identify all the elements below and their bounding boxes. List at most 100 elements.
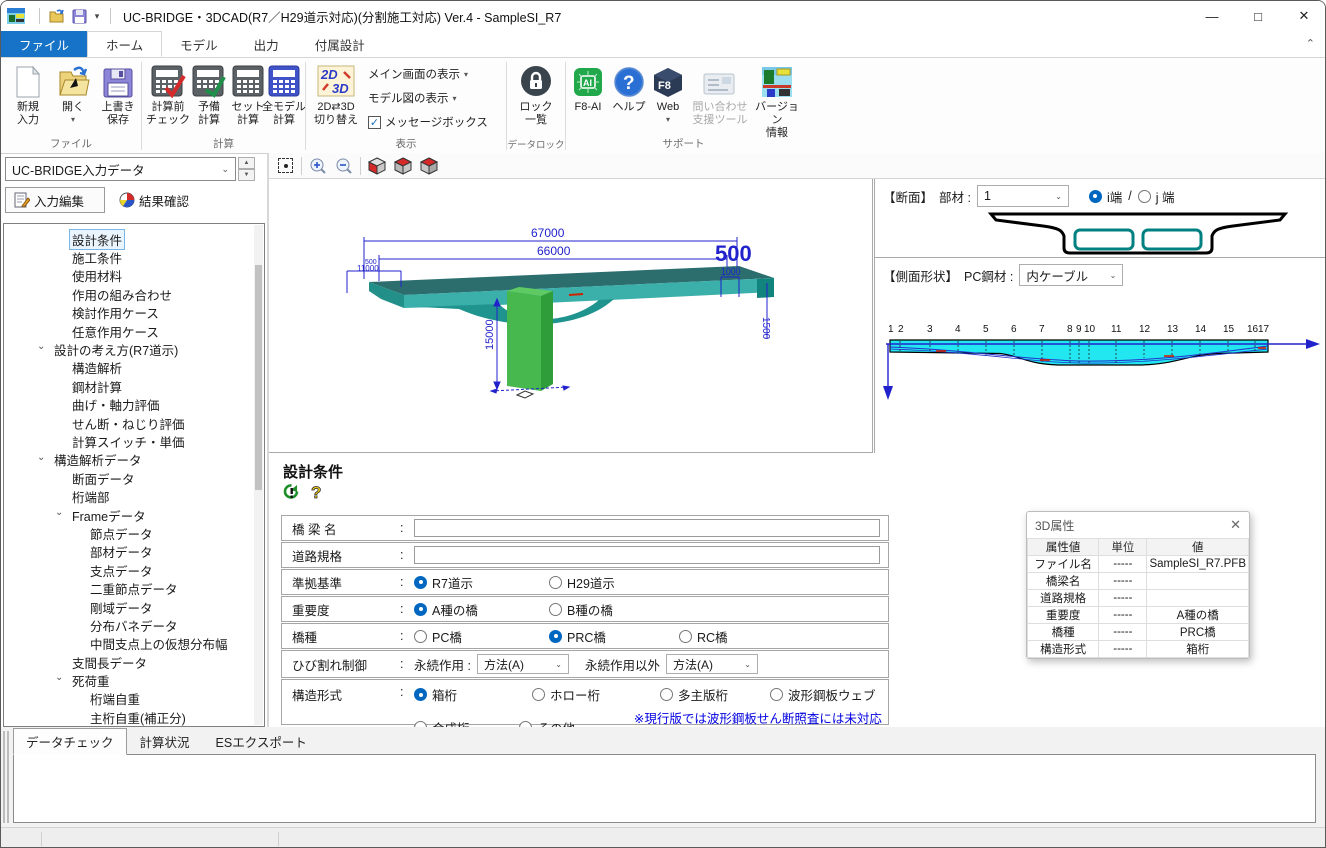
road-spec-input[interactable]	[414, 546, 880, 564]
tree-item[interactable]: 任意作用ケース	[4, 322, 264, 340]
f8ai-button[interactable]: AI F8-AI	[568, 62, 608, 114]
tree-scrollbar-thumb[interactable]	[255, 265, 262, 490]
tree-item[interactable]: 構造解析	[4, 359, 264, 377]
web-dropdown-icon[interactable]: ▾	[666, 115, 670, 124]
structure-corrugated-radio[interactable]: 波形鋼板ウェブ	[770, 685, 876, 704]
model-view-menu[interactable]: モデル図の表示 ▾	[368, 90, 457, 106]
input-data-selector[interactable]: UC-BRIDGE入力データ ⌄	[5, 157, 236, 181]
type-rc-radio[interactable]: RC橋	[679, 627, 728, 646]
precheck-button[interactable]: 計算前 チェック	[146, 62, 190, 127]
panel-grip[interactable]	[3, 731, 9, 823]
importance-a-radio[interactable]: A種の橋	[414, 600, 549, 619]
tab-output[interactable]: 出力	[236, 31, 297, 57]
message-box-toggle[interactable]: ✓ メッセージボックス	[368, 114, 488, 130]
tree-item[interactable]: 二重節点データ	[4, 579, 264, 597]
chevron-down-icon[interactable]: ⌄	[37, 341, 45, 352]
structure-multi-slab-radio[interactable]: 多主版桁	[660, 685, 770, 704]
model-3d-viewport[interactable]: 67000 66000 500 1000 1500 15000 500 1100…	[269, 179, 873, 453]
tree-item-expandable[interactable]: ⌄死荷重	[4, 671, 264, 689]
j-end-radio[interactable]: j 端	[1138, 187, 1175, 206]
view-top-cube-button[interactable]	[393, 156, 413, 176]
member-select[interactable]: 1 ⌄	[977, 185, 1069, 207]
view-iso-cube-button[interactable]	[419, 156, 439, 176]
version-info-button[interactable]: バージョン 情報	[754, 62, 800, 140]
standard-r7-radio[interactable]: R7道示	[414, 573, 549, 592]
tree-scrollbar[interactable]	[254, 225, 263, 725]
result-confirm-button[interactable]: 結果確認	[111, 187, 215, 213]
zoom-out-button[interactable]	[334, 156, 354, 176]
tree-item-expandable[interactable]: ⌄Frameデータ	[4, 506, 264, 524]
tree-item[interactable]: 支間長データ	[4, 653, 264, 671]
type-prc-radio[interactable]: PRC橋	[549, 627, 679, 646]
tree-item[interactable]: 分布バネデータ	[4, 616, 264, 634]
bridge-name-input[interactable]	[414, 519, 880, 537]
help-question-icon[interactable]: ?	[310, 483, 324, 500]
tree-item-expandable[interactable]: ⌄構造解析データ	[4, 451, 264, 469]
tree-item[interactable]: 主桁自重(補正分)	[4, 708, 264, 726]
tree-item-design-conditions[interactable]: 設計条件	[4, 230, 264, 248]
tree-item[interactable]: 計算スイッチ・単価	[4, 432, 264, 450]
quick-open-button[interactable]	[46, 5, 68, 27]
tree-item[interactable]: 使用材料	[4, 267, 264, 285]
open-button[interactable]: 開く ▾	[53, 62, 93, 124]
structure-box-radio[interactable]: 箱桁	[414, 685, 532, 704]
importance-b-radio[interactable]: B種の橋	[549, 600, 613, 619]
log-output-box[interactable]	[13, 754, 1316, 823]
tree-item[interactable]: 桁端自重	[4, 690, 264, 708]
tab-file[interactable]: ファイル	[1, 31, 87, 57]
new-input-button[interactable]: 新規 入力	[7, 62, 49, 127]
spinner-down-button[interactable]: ▼	[238, 169, 255, 181]
fit-view-button[interactable]	[275, 156, 295, 176]
chevron-down-icon[interactable]: ⌄	[55, 672, 63, 683]
save-button[interactable]: 上書き 保存	[97, 62, 139, 127]
tree-item[interactable]: 施工条件	[4, 248, 264, 266]
refresh-icon[interactable]	[283, 483, 300, 500]
all-model-calc-button[interactable]: 全モデル 計算	[260, 62, 308, 127]
tree-item[interactable]: 剛域データ	[4, 598, 264, 616]
lock-list-button[interactable]: ロック 一覧	[516, 62, 556, 127]
input-edit-button[interactable]: 入力編集	[5, 187, 105, 213]
help-button[interactable]: ? ヘルプ	[610, 62, 648, 114]
tree-item[interactable]: 曲げ・軸力評価	[4, 396, 264, 414]
close-button[interactable]: ✕	[1281, 1, 1326, 31]
tree-item[interactable]: 検討作用ケース	[4, 304, 264, 322]
view-front-cube-button[interactable]	[367, 156, 387, 176]
toggle-2d3d-button[interactable]: 2D3D 2D⇄3D 切り替え	[310, 62, 362, 127]
structure-composite-radio[interactable]: 合成桁	[414, 708, 519, 727]
tree-item[interactable]: 桁端部	[4, 487, 264, 505]
tab-model[interactable]: モデル	[162, 31, 236, 57]
attr-panel-titlebar[interactable]: 3D属性 ✕	[1027, 512, 1249, 538]
structure-hollow-radio[interactable]: ホロー桁	[532, 685, 660, 704]
tab-data-check[interactable]: データチェック	[13, 728, 127, 755]
tree-item[interactable]: 作用の組み合わせ	[4, 285, 264, 303]
web-button[interactable]: F8 Web ▾	[650, 62, 686, 124]
non-permanent-method-select[interactable]: 方法(A) ⌄	[666, 654, 758, 674]
collapse-ribbon-icon[interactable]: ⌃	[1306, 37, 1315, 50]
zoom-in-button[interactable]	[308, 156, 328, 176]
tree-item[interactable]: 断面データ	[4, 469, 264, 487]
standard-h29-radio[interactable]: H29道示	[549, 573, 615, 592]
pre-calc-button[interactable]: 予備 計算	[190, 62, 228, 127]
tree-item[interactable]: 節点データ	[4, 524, 264, 542]
attr-panel-close-icon[interactable]: ✕	[1230, 517, 1241, 533]
chevron-down-icon[interactable]: ⌄	[55, 507, 63, 518]
spinner-up-button[interactable]: ▲	[238, 157, 255, 169]
tab-home[interactable]: ホーム	[87, 31, 162, 57]
tree-item-expandable[interactable]: ⌄設計の考え方(R7道示)	[4, 340, 264, 358]
permanent-method-select[interactable]: 方法(A) ⌄	[477, 654, 569, 674]
tab-es-export[interactable]: ESエクスポート	[203, 728, 320, 755]
tree-item[interactable]: せん断・ねじり評価	[4, 414, 264, 432]
main-view-menu[interactable]: メイン画面の表示 ▾	[368, 66, 468, 82]
i-end-radio[interactable]: i端	[1089, 187, 1122, 206]
tree-item[interactable]: 部材データ	[4, 543, 264, 561]
maximize-button[interactable]: □	[1235, 1, 1281, 31]
tree-item[interactable]: 鋼材計算	[4, 377, 264, 395]
type-pc-radio[interactable]: PC橋	[414, 627, 549, 646]
quick-save-button[interactable]	[68, 5, 90, 27]
tree-item[interactable]: 中間支点上の仮想分布幅	[4, 635, 264, 653]
pc-steel-select[interactable]: 内ケーブル ⌄	[1019, 264, 1123, 286]
tree-item[interactable]: 支点データ	[4, 561, 264, 579]
structure-other-radio[interactable]: その他	[519, 708, 633, 727]
quick-access-caret-icon[interactable]: ▾	[90, 11, 104, 22]
minimize-button[interactable]: —	[1189, 1, 1235, 31]
